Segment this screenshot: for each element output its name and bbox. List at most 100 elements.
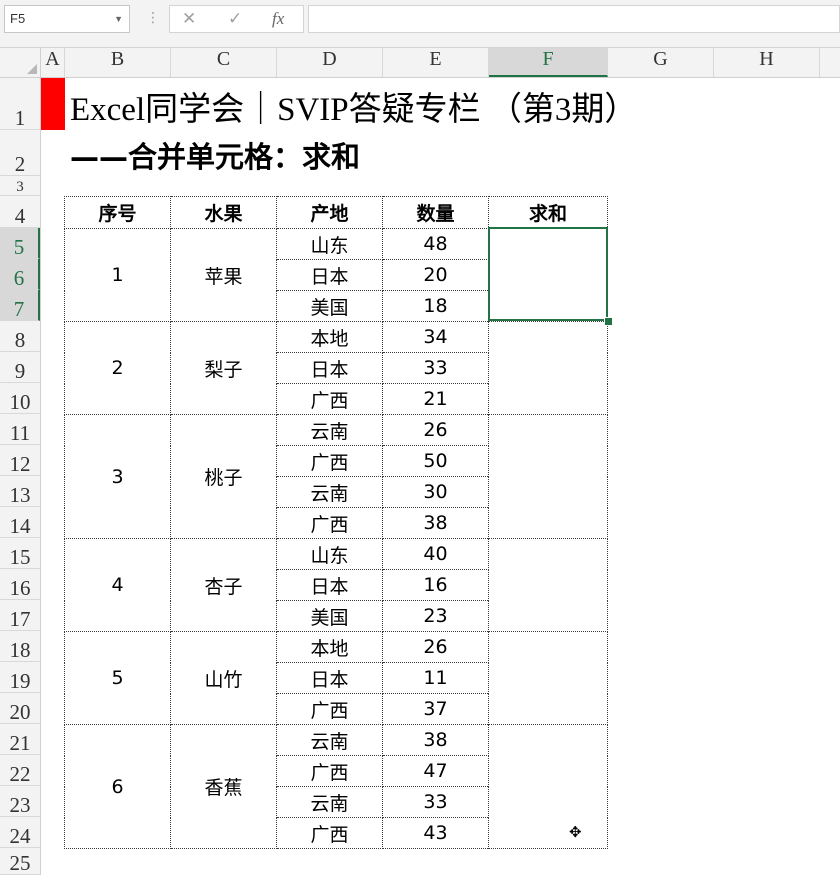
row-header[interactable]: 14 bbox=[0, 507, 40, 538]
cell-origin[interactable]: 广西 bbox=[276, 817, 383, 849]
cell-fruit[interactable]: 桃子 bbox=[170, 414, 277, 539]
cell-quantity[interactable]: 50 bbox=[382, 445, 489, 477]
column-header-b[interactable]: B bbox=[65, 48, 171, 77]
cell-quantity[interactable]: 33 bbox=[382, 352, 489, 384]
cell-sum[interactable] bbox=[488, 321, 608, 415]
cell-origin[interactable]: 云南 bbox=[276, 476, 383, 508]
row-header[interactable]: 16 bbox=[0, 569, 40, 600]
cell-fruit[interactable]: 梨子 bbox=[170, 321, 277, 415]
cell-quantity[interactable]: 16 bbox=[382, 569, 489, 601]
row-header[interactable]: 13 bbox=[0, 476, 40, 507]
row-header[interactable]: 8 bbox=[0, 321, 40, 352]
cell-no[interactable]: 1 bbox=[64, 228, 171, 322]
cell-quantity[interactable]: 38 bbox=[382, 724, 489, 756]
cell-quantity[interactable]: 38 bbox=[382, 507, 489, 539]
row-header[interactable]: 10 bbox=[0, 383, 40, 414]
cell-origin[interactable]: 广西 bbox=[276, 383, 383, 415]
cell-origin[interactable]: 广西 bbox=[276, 755, 383, 787]
column-header-h[interactable]: H bbox=[714, 48, 820, 77]
cell-quantity[interactable]: 21 bbox=[382, 383, 489, 415]
worksheet-grid[interactable]: Excel同学会｜SVIP答疑专栏 （第3期） ——合并单元格：求和 序号 水果… bbox=[41, 78, 840, 875]
cell-no[interactable]: 6 bbox=[64, 724, 171, 849]
cell-origin[interactable]: 美国 bbox=[276, 600, 383, 632]
row-header[interactable]: 1 bbox=[0, 78, 40, 130]
column-header-c[interactable]: C bbox=[171, 48, 277, 77]
row-header[interactable]: 9 bbox=[0, 352, 40, 383]
column-header-d[interactable]: D bbox=[277, 48, 383, 77]
cell-origin[interactable]: 山东 bbox=[276, 228, 383, 260]
row-header[interactable]: 3 bbox=[0, 176, 40, 196]
cell-fruit[interactable]: 山竹 bbox=[170, 631, 277, 725]
active-cell-selection[interactable] bbox=[488, 227, 608, 321]
cell-quantity[interactable]: 48 bbox=[382, 228, 489, 260]
cell-quantity[interactable]: 47 bbox=[382, 755, 489, 787]
row-header[interactable]: 22 bbox=[0, 755, 40, 786]
cell-sum[interactable] bbox=[488, 414, 608, 539]
cell-sum[interactable] bbox=[488, 724, 608, 849]
cell-quantity[interactable]: 20 bbox=[382, 259, 489, 291]
cell-origin[interactable]: 广西 bbox=[276, 445, 383, 477]
cell-quantity[interactable]: 26 bbox=[382, 414, 489, 446]
cell-origin[interactable]: 云南 bbox=[276, 414, 383, 446]
row-header[interactable]: 17 bbox=[0, 600, 40, 631]
cell-quantity[interactable]: 40 bbox=[382, 538, 489, 570]
row-header[interactable]: 5 bbox=[0, 228, 40, 259]
cell-sum[interactable] bbox=[488, 538, 608, 632]
cell-quantity[interactable]: 37 bbox=[382, 693, 489, 725]
column-header-g[interactable]: G bbox=[608, 48, 714, 77]
row-header[interactable]: 21 bbox=[0, 724, 40, 755]
row-header[interactable]: 2 bbox=[0, 130, 40, 176]
formula-input[interactable] bbox=[308, 5, 840, 33]
row-header[interactable]: 11 bbox=[0, 414, 40, 445]
row-header[interactable]: 4 bbox=[0, 196, 40, 228]
cell-quantity[interactable]: 34 bbox=[382, 321, 489, 353]
cell-fruit[interactable]: 杏子 bbox=[170, 538, 277, 632]
fill-handle[interactable] bbox=[604, 317, 613, 326]
cell-quantity[interactable]: 26 bbox=[382, 631, 489, 663]
cell-quantity[interactable]: 11 bbox=[382, 662, 489, 694]
enter-icon[interactable]: ✓ bbox=[228, 9, 242, 29]
name-box[interactable]: F5 ▼ bbox=[4, 5, 130, 33]
row-header[interactable]: 20 bbox=[0, 693, 40, 724]
cell-origin[interactable]: 云南 bbox=[276, 724, 383, 756]
cell-no[interactable]: 3 bbox=[64, 414, 171, 539]
cell-origin[interactable]: 本地 bbox=[276, 631, 383, 663]
cell-no[interactable]: 5 bbox=[64, 631, 171, 725]
cell-origin[interactable]: 美国 bbox=[276, 290, 383, 322]
header-cell-origin[interactable]: 产地 bbox=[276, 196, 383, 229]
row-header[interactable]: 19 bbox=[0, 662, 40, 693]
row-header[interactable]: 7 bbox=[0, 290, 40, 321]
cell-origin[interactable]: 云南 bbox=[276, 786, 383, 818]
row-header[interactable]: 6 bbox=[0, 259, 40, 290]
select-all-corner[interactable] bbox=[0, 48, 41, 77]
header-cell-fruit[interactable]: 水果 bbox=[170, 196, 277, 229]
header-cell-no[interactable]: 序号 bbox=[64, 196, 171, 229]
cell-quantity[interactable]: 43 bbox=[382, 817, 489, 849]
cell-origin[interactable]: 山东 bbox=[276, 538, 383, 570]
row-header[interactable]: 24 bbox=[0, 817, 40, 848]
cell-origin[interactable]: 广西 bbox=[276, 507, 383, 539]
cell-origin[interactable]: 日本 bbox=[276, 259, 383, 291]
cell-no[interactable]: 2 bbox=[64, 321, 171, 415]
cell-quantity[interactable]: 33 bbox=[382, 786, 489, 818]
cell-origin[interactable]: 广西 bbox=[276, 693, 383, 725]
row-header[interactable]: 25 bbox=[0, 848, 40, 875]
cell-origin[interactable]: 日本 bbox=[276, 569, 383, 601]
row-header[interactable]: 12 bbox=[0, 445, 40, 476]
column-header-f[interactable]: F bbox=[489, 48, 608, 77]
cell-no[interactable]: 4 bbox=[64, 538, 171, 632]
cancel-icon[interactable]: ✕ bbox=[182, 9, 196, 29]
cell-quantity[interactable]: 23 bbox=[382, 600, 489, 632]
header-cell-sum[interactable]: 求和 bbox=[488, 196, 608, 229]
insert-function-icon[interactable]: fx bbox=[272, 9, 284, 29]
header-cell-quantity[interactable]: 数量 bbox=[382, 196, 489, 229]
cell-sum[interactable] bbox=[488, 631, 608, 725]
cell-fruit[interactable]: 香蕉 bbox=[170, 724, 277, 849]
cell-origin[interactable]: 日本 bbox=[276, 662, 383, 694]
cell-origin[interactable]: 本地 bbox=[276, 321, 383, 353]
row-header[interactable]: 18 bbox=[0, 631, 40, 662]
cell-fruit[interactable]: 苹果 bbox=[170, 228, 277, 322]
name-box-dropdown-icon[interactable]: ▼ bbox=[114, 6, 123, 32]
row-header[interactable]: 23 bbox=[0, 786, 40, 817]
cell-quantity[interactable]: 18 bbox=[382, 290, 489, 322]
